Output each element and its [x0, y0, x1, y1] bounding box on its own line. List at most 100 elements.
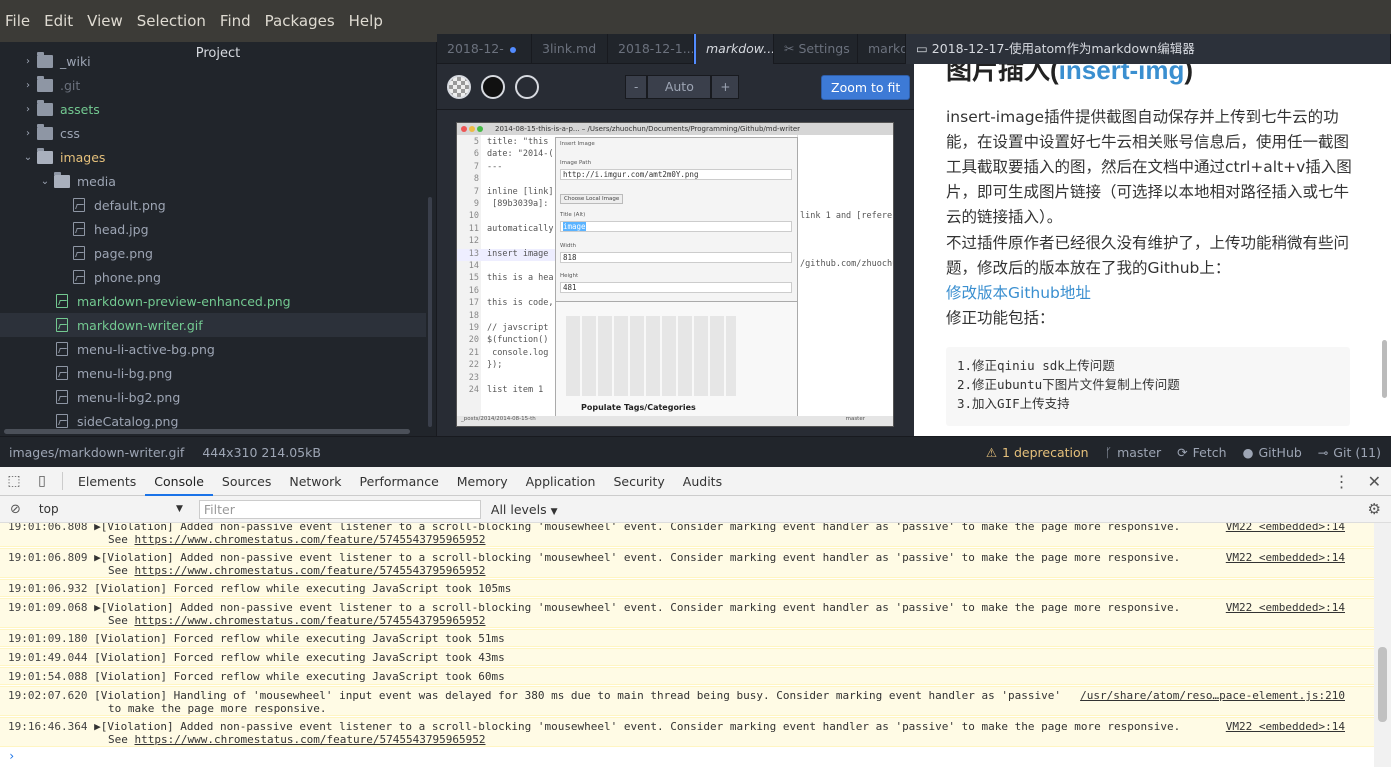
console-message[interactable]: 19:01:09.068 ▶[Violation] Added non-pass… [0, 598, 1374, 628]
status-file-path[interactable]: images/markdown-writer.gif [0, 445, 184, 460]
menu-selection[interactable]: Selection [137, 12, 206, 30]
preview-scrollbar[interactable] [1382, 340, 1387, 398]
devtools-tab-performance[interactable]: Performance [351, 467, 448, 496]
close-devtools-icon[interactable]: ✕ [1368, 472, 1381, 491]
console-message[interactable]: 19:01:06.809 ▶[Violation] Added non-pass… [0, 548, 1374, 578]
context-selector[interactable]: top ▼ [21, 499, 191, 519]
console-message[interactable]: 19:01:06.932 [Violation] Forced reflow w… [0, 579, 1374, 597]
console-message[interactable]: 19:01:54.088 [Violation] Forced reflow w… [0, 667, 1374, 685]
github-button[interactable]: ● GitHub [1243, 445, 1302, 460]
console-message[interactable]: 19:01:49.044 [Violation] Forced reflow w… [0, 648, 1374, 666]
zoom-out-button[interactable]: - [625, 75, 648, 99]
tab-label: markdow... [706, 41, 774, 56]
menu-file[interactable]: File [5, 12, 30, 30]
menu-find[interactable]: Find [220, 12, 251, 30]
editor-tab[interactable]: ✂ Settings [774, 34, 858, 64]
tree-vertical-scrollbar[interactable] [428, 197, 432, 427]
tree-folder[interactable]: › assets [0, 97, 426, 121]
console-message[interactable]: 19:02:07.620 [Violation] Handling of 'mo… [0, 686, 1374, 716]
editor-tab[interactable]: markdow [858, 34, 906, 64]
preview-github-link[interactable]: 修改版本Github地址 [946, 281, 1356, 306]
black-bg-toggle[interactable] [481, 74, 505, 99]
message-link[interactable]: https://www.chromestatus.com/feature/574… [135, 533, 486, 546]
line-number: 8 [473, 174, 479, 185]
white-bg-toggle[interactable] [515, 74, 539, 99]
tree-folder[interactable]: › css [0, 121, 426, 145]
editor-tab[interactable]: 2018-12-1... [608, 34, 694, 64]
image-file-icon [56, 414, 68, 428]
console-prompt[interactable]: › [8, 749, 15, 763]
tree-file[interactable]: markdown-writer.gif [0, 313, 426, 337]
menu-edit[interactable]: Edit [44, 12, 73, 30]
message-source-link[interactable]: /usr/share/atom/reso…pace-element.js:210 [1080, 689, 1345, 702]
console-filter-input[interactable]: Filter [198, 499, 481, 519]
devtools-tab-console[interactable]: Console [145, 467, 213, 496]
heading-link[interactable]: insert-img [1059, 64, 1185, 85]
menu-help[interactable]: Help [349, 12, 383, 30]
more-options-icon[interactable]: ⋮ [1334, 472, 1350, 491]
zoom-to-fit-button[interactable]: Zoom to fit [821, 75, 911, 100]
git-button[interactable]: ⊸ Git (11) [1318, 445, 1381, 460]
message-source-link[interactable]: VM22 <embedded>:14 [1226, 551, 1345, 564]
devtools-tab-application[interactable]: Application [517, 467, 605, 496]
branch-indicator[interactable]: ᚴ master [1105, 445, 1162, 460]
zoom-in-button[interactable]: + [711, 75, 740, 99]
tree-file[interactable]: menu-li-bg2.png [0, 385, 426, 409]
tree-folder[interactable]: ⌄ media [0, 169, 426, 193]
zoom-level[interactable]: Auto [647, 75, 712, 99]
devtools-tab-elements[interactable]: Elements [69, 467, 145, 496]
line-number: 14 [468, 261, 479, 271]
tree-file[interactable]: head.jpg [0, 217, 426, 241]
devtools-tab-audits[interactable]: Audits [674, 467, 731, 496]
tree-item-label: css [60, 125, 80, 141]
console-message[interactable]: 19:01:06.808 ▶[Violation] Added non-pass… [0, 523, 1374, 547]
clear-console-icon[interactable]: ⊘ [10, 502, 21, 517]
image-viewer: - Auto + Zoom to fit 2014-08-15-this-is-… [437, 64, 914, 436]
fetch-button[interactable]: ⟳ Fetch [1177, 445, 1226, 460]
message-source-link[interactable]: VM22 <embedded>:14 [1226, 523, 1345, 533]
tree-file[interactable]: menu-li-bg.png [0, 361, 426, 385]
message-source-link[interactable]: VM22 <embedded>:14 [1226, 601, 1345, 614]
tree-item-label: menu-li-active-bg.png [77, 341, 215, 357]
tree-folder[interactable]: › .git [0, 73, 426, 97]
devtools-tab-network[interactable]: Network [280, 467, 350, 496]
message-source-link[interactable]: VM22 <embedded>:14 [1226, 720, 1345, 733]
transparent-bg-toggle[interactable] [447, 74, 471, 99]
line-text: [89b3039a]: [487, 199, 549, 209]
message-link[interactable]: https://www.chromestatus.com/feature/574… [135, 733, 486, 746]
device-toolbar-icon[interactable]: ▯ [28, 467, 56, 496]
expand-arrow-icon: ▶ [87, 551, 101, 564]
expand-arrow-icon: ▶ [87, 523, 101, 533]
menu-view[interactable]: View [87, 12, 123, 30]
tree-file[interactable]: default.png [0, 193, 426, 217]
message-timestamp: 19:01:09.068 [8, 601, 88, 614]
console-message[interactable]: 19:01:09.180 [Violation] Forced reflow w… [0, 629, 1374, 647]
tree-file[interactable]: menu-li-active-bg.png [0, 337, 426, 361]
devtools-tab-security[interactable]: Security [604, 467, 673, 496]
editor-tab[interactable]: ▭ 2018-12-17-使用atom作为markdown编辑器 [906, 34, 1391, 64]
log-levels-dropdown[interactable]: All levels ▼ [491, 502, 558, 517]
tree-horizontal-scrollbar[interactable] [4, 429, 410, 434]
editor-tab[interactable]: 2018-12- [437, 34, 532, 64]
menu-packages[interactable]: Packages [265, 12, 335, 30]
console-message[interactable]: 19:16:46.364 ▶[Violation] Added non-pass… [0, 717, 1374, 747]
line-text: list item 1 [487, 385, 544, 395]
devtools-tab-memory[interactable]: Memory [448, 467, 517, 496]
message-link[interactable]: https://www.chromestatus.com/feature/574… [135, 614, 486, 627]
editor-tab[interactable]: 3link.md [532, 34, 608, 64]
deprecation-indicator[interactable]: ⚠ 1 deprecation [986, 445, 1089, 460]
tree-folder[interactable]: ⌄ images [0, 145, 426, 169]
see-label: See [108, 733, 128, 746]
console-scrollbar-thumb[interactable] [1378, 647, 1387, 722]
devtools-tab-sources[interactable]: Sources [213, 467, 280, 496]
tree-file[interactable]: page.png [0, 241, 426, 265]
tree-file[interactable]: phone.png [0, 265, 426, 289]
line-number: 13 [468, 248, 479, 259]
inspect-element-icon[interactable]: ⬚ [0, 467, 28, 496]
modified-dot-icon [509, 46, 516, 53]
tree-file[interactable]: markdown-preview-enhanced.png [0, 289, 426, 313]
tree-folder[interactable]: › _wiki [0, 49, 426, 73]
editor-tab[interactable]: markdow... [694, 34, 774, 64]
console-settings-icon[interactable]: ⚙ [1368, 500, 1381, 518]
message-link[interactable]: https://www.chromestatus.com/feature/574… [135, 564, 486, 577]
